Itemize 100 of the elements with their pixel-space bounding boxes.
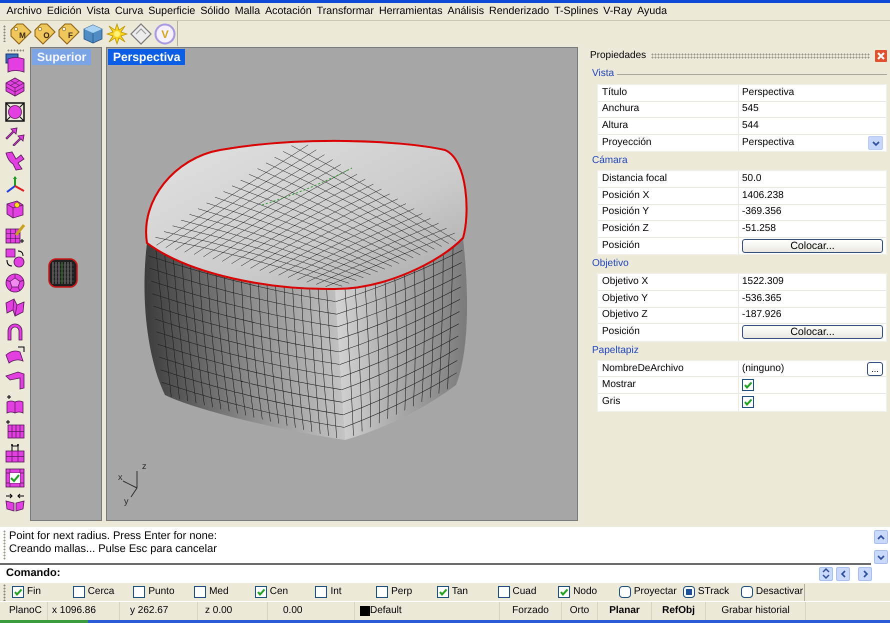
menu-item[interactable]: Transformar bbox=[314, 4, 376, 19]
mesh-top-view-icon bbox=[48, 258, 78, 288]
menu-item[interactable]: Ayuda bbox=[634, 4, 670, 19]
menu-item[interactable]: T-Splines bbox=[552, 4, 601, 19]
layer-name[interactable]: Default bbox=[370, 602, 402, 620]
curved-panel-icon[interactable] bbox=[5, 346, 25, 366]
axis-label: x bbox=[118, 472, 122, 482]
previous-button[interactable] bbox=[836, 566, 850, 580]
checkbox[interactable] bbox=[682, 586, 695, 598]
cube-point-icon[interactable] bbox=[5, 199, 25, 220]
property-value: 1522.309 bbox=[742, 275, 785, 290]
grip-handle[interactable] bbox=[3, 584, 6, 600]
scroll-down-button[interactable] bbox=[874, 550, 888, 564]
scroll-up-button[interactable] bbox=[874, 530, 888, 544]
viewport[interactable]: Perspectiva z x y bbox=[106, 47, 578, 521]
folded-sheet-icon[interactable] bbox=[5, 296, 25, 317]
place-button[interactable]: Colocar... bbox=[742, 239, 883, 254]
diamond-icon[interactable] bbox=[130, 22, 152, 44]
checkbox[interactable] bbox=[133, 586, 146, 598]
panel-plus-icon[interactable] bbox=[5, 394, 25, 414]
viewport-tab[interactable]: Perspectiva bbox=[108, 49, 186, 65]
next-button[interactable] bbox=[858, 566, 872, 580]
command-input[interactable]: Comando: bbox=[0, 565, 890, 582]
checkbox[interactable] bbox=[498, 586, 510, 598]
property-label: Posición Y bbox=[601, 205, 650, 220]
double-arrow-icon[interactable] bbox=[5, 126, 25, 146]
menu-item[interactable]: Superficie bbox=[146, 4, 198, 19]
grip-handle[interactable] bbox=[6, 49, 24, 52]
grid-plus-icon[interactable] bbox=[5, 418, 25, 439]
checkbox-label[interactable]: Nodo bbox=[573, 586, 598, 598]
menu-item[interactable]: V-Ray bbox=[600, 4, 635, 19]
property-value: 1406.238 bbox=[742, 188, 785, 203]
checkbox-label[interactable]: Proyectar bbox=[634, 586, 677, 598]
browse-button[interactable]: ... bbox=[867, 362, 883, 376]
menu-item[interactable]: Edición bbox=[44, 4, 84, 19]
close-button[interactable] bbox=[875, 50, 887, 62]
menu-item[interactable]: Malla bbox=[232, 4, 263, 19]
checkbox-label[interactable]: Med bbox=[209, 586, 229, 598]
checkbox[interactable] bbox=[376, 586, 388, 598]
chevron-right-icon bbox=[862, 570, 868, 578]
grip-handle[interactable] bbox=[651, 53, 870, 59]
arch-icon[interactable] bbox=[5, 321, 25, 342]
branch-icon[interactable] bbox=[5, 150, 25, 171]
box-icon[interactable] bbox=[5, 77, 25, 98]
property-value: 545 bbox=[742, 102, 760, 116]
dropdown-value[interactable]: Perspectiva bbox=[742, 136, 868, 150]
start-button[interactable] bbox=[0, 620, 88, 623]
command-history-line: Point for next radius. Press Enter for none: bbox=[9, 530, 217, 543]
grip-handle[interactable] bbox=[3, 530, 6, 560]
menu-item[interactable]: Vista bbox=[84, 4, 112, 19]
checkbox[interactable] bbox=[12, 586, 24, 598]
checkbox[interactable] bbox=[72, 586, 85, 598]
checkbox[interactable] bbox=[742, 379, 754, 392]
checkbox-label[interactable]: STrack bbox=[698, 586, 730, 598]
menu-item[interactable]: Análisis bbox=[445, 4, 487, 19]
place-button[interactable]: Colocar... bbox=[742, 325, 883, 340]
checkbox-label[interactable]: Int bbox=[330, 586, 342, 598]
spin-button[interactable] bbox=[819, 566, 833, 580]
checkbox-label[interactable]: Punto bbox=[148, 586, 175, 598]
file-value: (ninguno) bbox=[742, 362, 786, 376]
fence-icon[interactable] bbox=[5, 443, 25, 464]
surface-icon[interactable] bbox=[5, 53, 25, 73]
checkbox-label[interactable]: Perp bbox=[391, 586, 412, 598]
squeeze-icon[interactable] bbox=[5, 492, 25, 512]
checkbox[interactable] bbox=[315, 586, 328, 598]
checkbox[interactable] bbox=[436, 586, 449, 598]
square-circle-icon[interactable] bbox=[5, 248, 25, 268]
sphere-in-box-icon[interactable] bbox=[5, 102, 25, 122]
section-heading: Papeltapiz bbox=[592, 344, 639, 357]
tag-letter: F bbox=[68, 30, 73, 40]
tag-icon[interactable]: O bbox=[34, 22, 56, 44]
menu-item[interactable]: Sólido bbox=[198, 4, 232, 19]
cube-icon[interactable] bbox=[82, 22, 104, 44]
checkbox-label[interactable]: Cen bbox=[270, 586, 288, 598]
checkbox[interactable] bbox=[558, 586, 570, 598]
pentagon-icon[interactable] bbox=[5, 272, 25, 293]
checkbox[interactable] bbox=[740, 586, 753, 598]
checkbox[interactable] bbox=[742, 396, 754, 408]
checkbox[interactable] bbox=[254, 586, 267, 598]
tag-icon[interactable]: F bbox=[58, 22, 80, 44]
menu-item[interactable]: Acotación bbox=[262, 4, 314, 19]
menu-item[interactable]: Herramientas bbox=[376, 4, 446, 19]
tag-icon[interactable]: M bbox=[10, 22, 32, 44]
checkbox-label[interactable]: Cuad bbox=[512, 586, 536, 598]
starburst-icon[interactable] bbox=[106, 22, 128, 44]
grid-brush-icon[interactable] bbox=[5, 224, 25, 244]
checkbox-label[interactable]: Tan bbox=[452, 586, 468, 598]
checked-grid-icon[interactable] bbox=[5, 468, 25, 488]
checkbox-label[interactable]: Fin bbox=[27, 586, 41, 598]
checkbox[interactable] bbox=[618, 586, 631, 598]
menu-item[interactable]: Renderizado bbox=[486, 4, 552, 19]
menu-item[interactable]: Archivo bbox=[4, 4, 44, 19]
checkbox[interactable] bbox=[194, 586, 206, 598]
checkbox-label[interactable]: Desactivar bbox=[756, 586, 804, 598]
bent-plate-icon[interactable] bbox=[5, 370, 25, 390]
checkbox-label[interactable]: Cerca bbox=[88, 586, 114, 598]
menu-item[interactable]: Curva bbox=[112, 4, 146, 19]
grip-handle[interactable] bbox=[3, 25, 6, 42]
dropdown-button[interactable] bbox=[868, 136, 883, 150]
three-arrows-icon[interactable] bbox=[5, 174, 25, 195]
